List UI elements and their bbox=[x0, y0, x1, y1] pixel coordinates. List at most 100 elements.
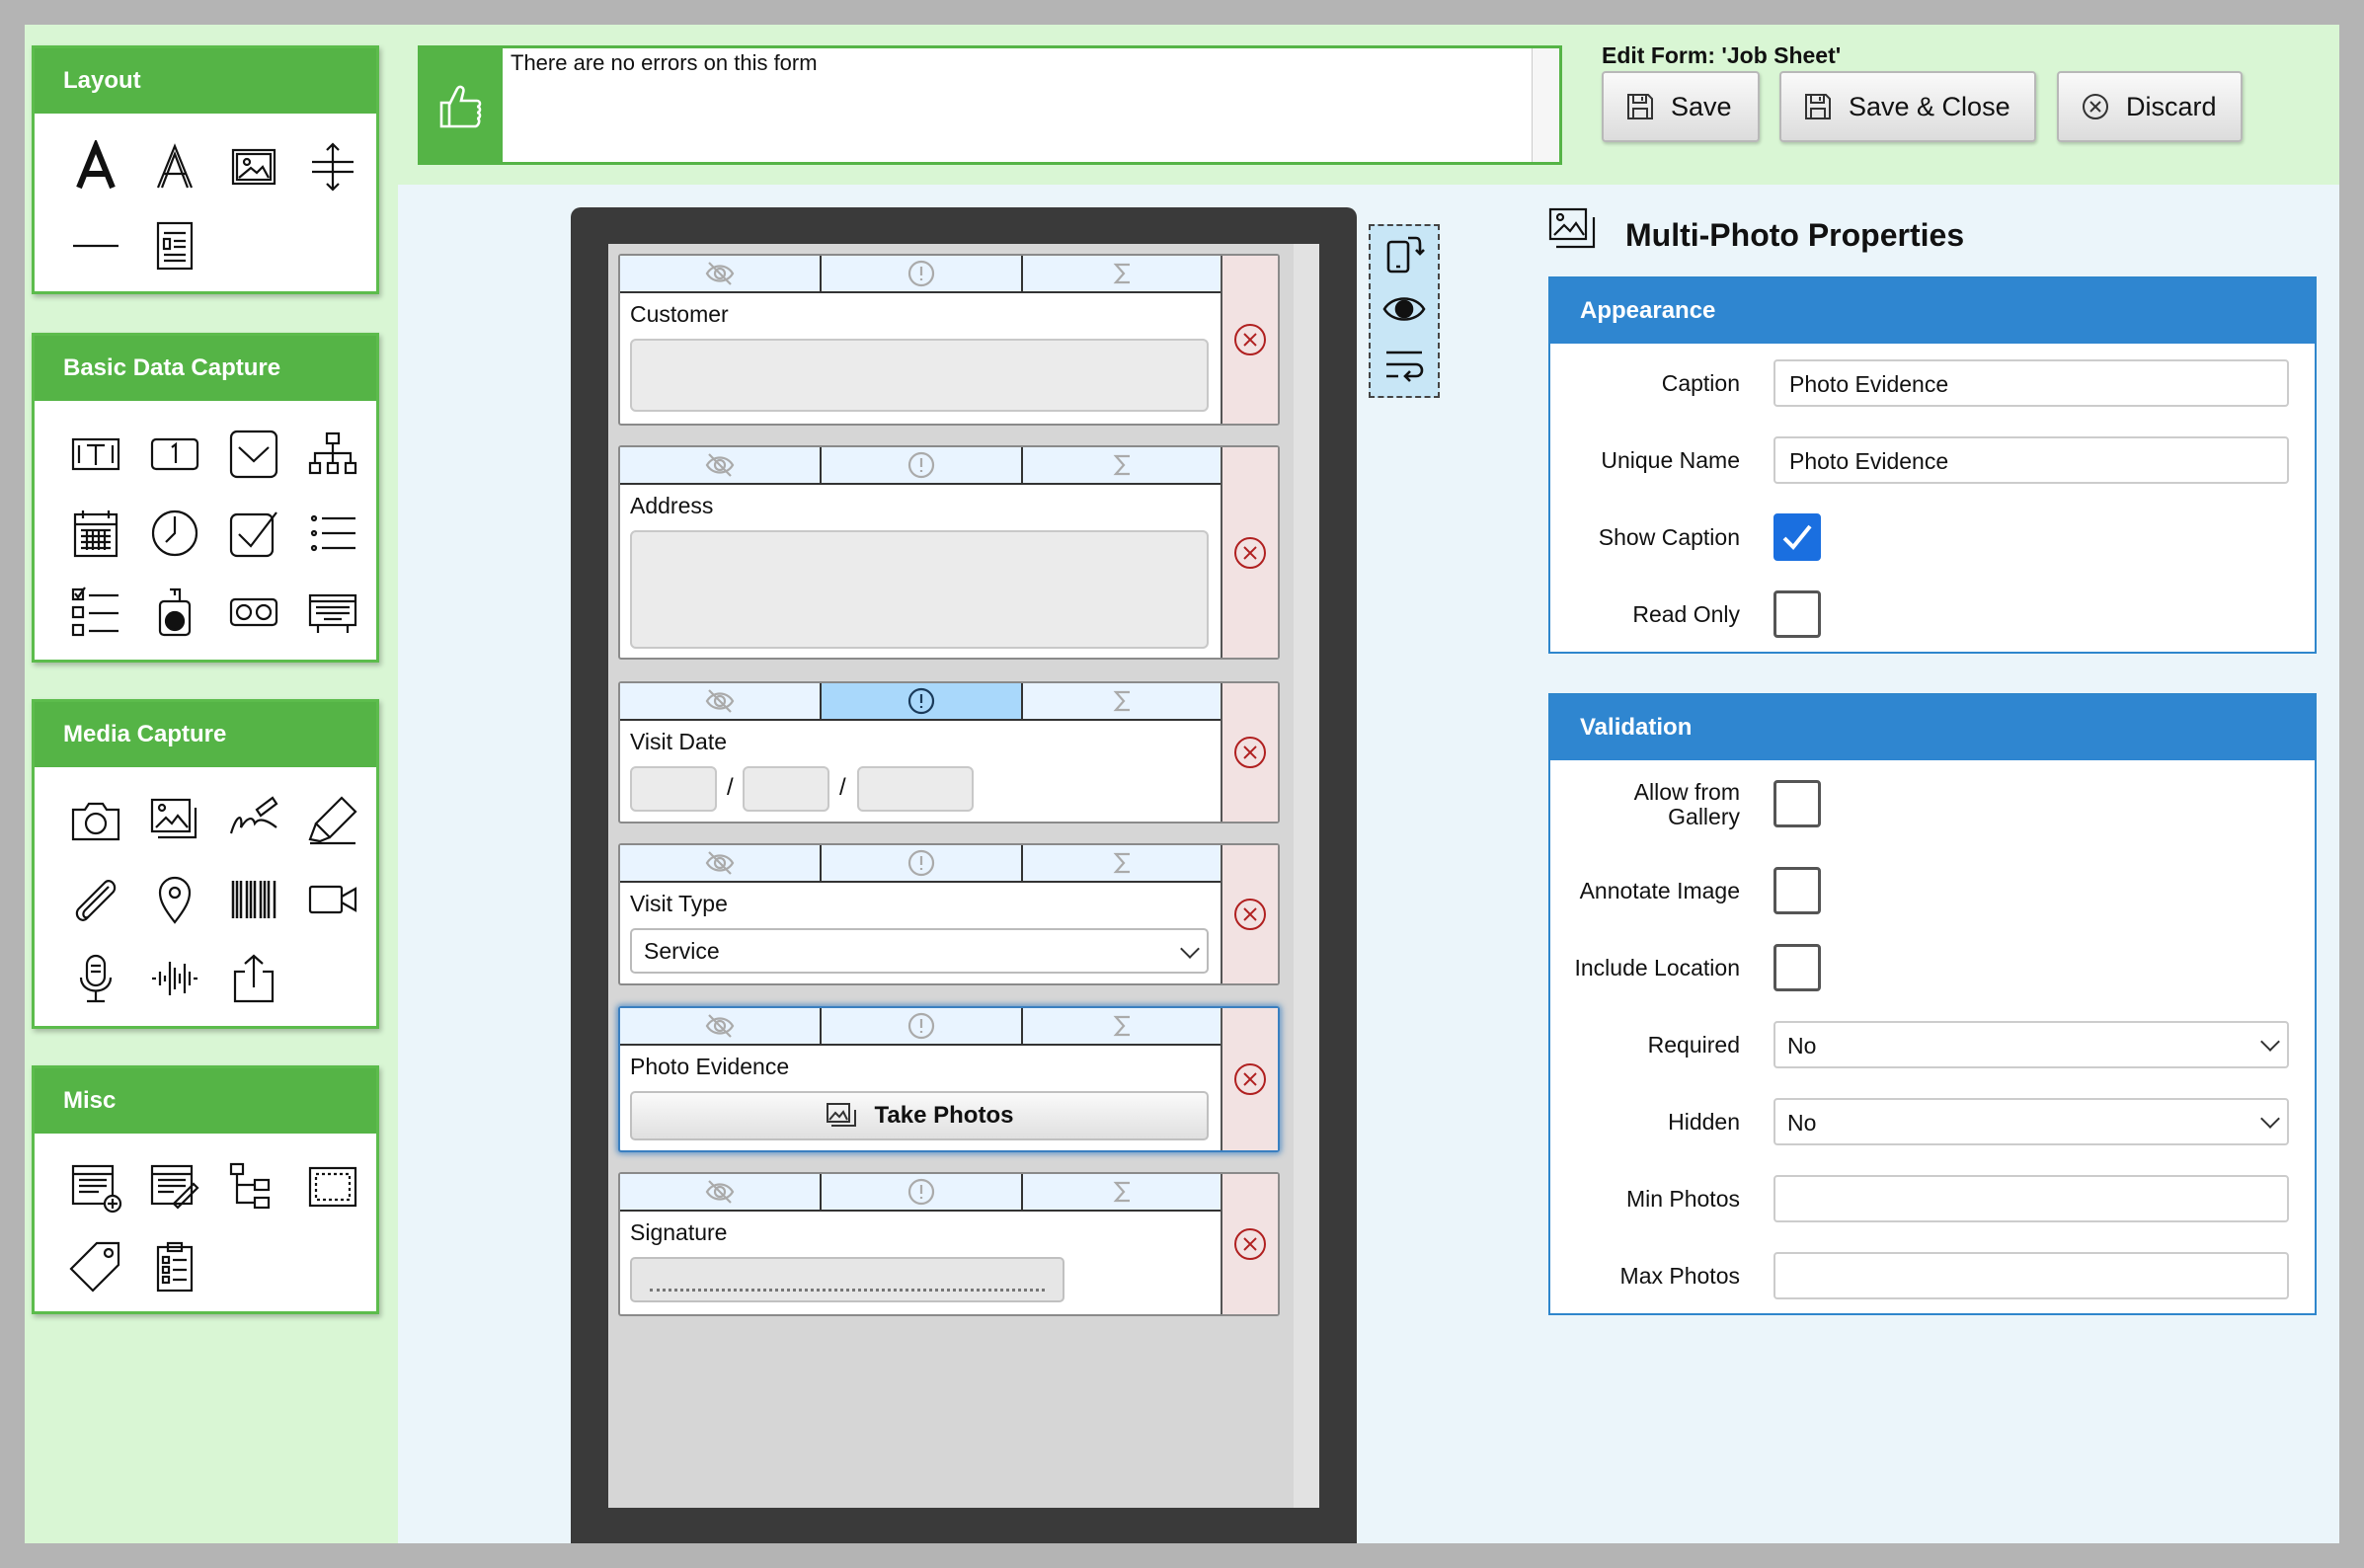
text-outline-icon[interactable] bbox=[135, 127, 214, 206]
unique-name-input[interactable]: Photo Evidence bbox=[1773, 436, 2289, 484]
hidden-toggle[interactable] bbox=[620, 1008, 822, 1044]
calculation-toggle[interactable] bbox=[1023, 447, 1222, 483]
delete-field-button[interactable] bbox=[1221, 1008, 1278, 1150]
form-field-visit-type[interactable]: Visit Type Service bbox=[618, 843, 1280, 985]
message-scrollbar[interactable] bbox=[1532, 48, 1559, 162]
month-input-preview[interactable] bbox=[743, 766, 829, 812]
calculation-toggle[interactable] bbox=[1023, 845, 1222, 881]
multi-photo-icon bbox=[1548, 207, 1598, 251]
form-field-customer[interactable]: Customer bbox=[618, 254, 1280, 426]
toggle-icon[interactable] bbox=[214, 573, 293, 652]
tag-icon[interactable] bbox=[56, 1226, 135, 1305]
caption-input[interactable]: Photo Evidence bbox=[1773, 359, 2289, 407]
form-field-photo-evidence[interactable]: Photo Evidence Take Photos bbox=[618, 1006, 1280, 1152]
text-bold-icon[interactable] bbox=[56, 127, 135, 206]
delete-field-button[interactable] bbox=[1221, 683, 1278, 822]
rotate-device-button[interactable] bbox=[1371, 226, 1438, 281]
allow-gallery-checkbox[interactable] bbox=[1773, 780, 1821, 827]
barcode-icon[interactable] bbox=[214, 860, 293, 939]
save-button[interactable]: Save bbox=[1602, 71, 1760, 142]
hidden-toggle[interactable] bbox=[620, 256, 822, 291]
annotate-image-checkbox[interactable] bbox=[1773, 867, 1821, 914]
calculation-toggle[interactable] bbox=[1023, 1008, 1222, 1044]
text-field-icon[interactable] bbox=[56, 415, 135, 494]
microphone-icon[interactable] bbox=[56, 939, 135, 1018]
divider-icon[interactable] bbox=[56, 206, 135, 285]
paperclip-icon[interactable] bbox=[56, 860, 135, 939]
chevron-down-icon bbox=[2260, 1032, 2280, 1052]
signature-pad-preview[interactable] bbox=[630, 1257, 1064, 1302]
hidden-toggle[interactable] bbox=[620, 683, 822, 719]
save-close-button[interactable]: Save & Close bbox=[1779, 71, 2036, 142]
required-toggle[interactable] bbox=[822, 256, 1023, 291]
text-input-preview[interactable] bbox=[630, 339, 1209, 412]
wrap-text-button[interactable] bbox=[1371, 337, 1438, 392]
calculation-toggle[interactable] bbox=[1023, 256, 1222, 291]
hidden-toggle[interactable] bbox=[620, 1174, 822, 1210]
dial-icon[interactable] bbox=[135, 573, 214, 652]
delete-field-button[interactable] bbox=[1221, 447, 1278, 658]
hidden-toggle[interactable] bbox=[620, 845, 822, 881]
spacer-icon[interactable] bbox=[293, 127, 372, 206]
edit-form-icon[interactable] bbox=[135, 1147, 214, 1226]
camera-icon[interactable] bbox=[56, 781, 135, 860]
required-toggle[interactable] bbox=[822, 1008, 1023, 1044]
number-field-icon[interactable] bbox=[135, 415, 214, 494]
tree-icon[interactable] bbox=[214, 1147, 293, 1226]
visit-type-select[interactable]: Service bbox=[630, 928, 1209, 974]
required-toggle[interactable] bbox=[822, 447, 1023, 483]
discard-button[interactable]: Discard bbox=[2057, 71, 2243, 142]
preview-visibility-button[interactable] bbox=[1371, 281, 1438, 337]
required-toggle[interactable] bbox=[822, 845, 1023, 881]
alert-icon bbox=[907, 687, 935, 715]
hierarchy-icon[interactable] bbox=[293, 415, 372, 494]
required-toggle[interactable] bbox=[822, 1174, 1023, 1210]
delete-field-button[interactable] bbox=[1221, 845, 1278, 983]
add-form-icon[interactable] bbox=[56, 1147, 135, 1226]
dropdown-icon[interactable] bbox=[214, 415, 293, 494]
device-scrollbar[interactable] bbox=[1294, 244, 1319, 1508]
keyboard-icon[interactable] bbox=[293, 573, 372, 652]
read-only-checkbox[interactable] bbox=[1773, 590, 1821, 638]
image-icon[interactable] bbox=[214, 127, 293, 206]
include-location-checkbox[interactable] bbox=[1773, 944, 1821, 991]
upload-icon[interactable] bbox=[214, 939, 293, 1018]
checklist-icon[interactable] bbox=[56, 573, 135, 652]
highlighter-icon[interactable] bbox=[293, 781, 372, 860]
checkbox-icon[interactable] bbox=[214, 494, 293, 573]
chevron-down-icon bbox=[1180, 939, 1200, 959]
hidden-toggle[interactable] bbox=[620, 447, 822, 483]
required-toggle[interactable] bbox=[822, 683, 1023, 719]
annotate-image-label: Annotate Image bbox=[1579, 878, 1740, 903]
list-icon[interactable] bbox=[293, 494, 372, 573]
day-input-preview[interactable] bbox=[630, 766, 717, 812]
caption-label: Caption bbox=[1661, 370, 1740, 396]
thumbs-up-icon bbox=[418, 45, 503, 165]
hidden-select[interactable]: No bbox=[1773, 1098, 2289, 1145]
take-photos-button[interactable]: Take Photos bbox=[630, 1091, 1209, 1140]
delete-field-button[interactable] bbox=[1221, 1174, 1278, 1314]
appearance-section: Appearance Caption Photo Evidence Unique… bbox=[1548, 276, 2317, 654]
calculation-toggle[interactable] bbox=[1023, 1174, 1222, 1210]
form-field-visit-date[interactable]: Visit Date / / bbox=[618, 681, 1280, 823]
document-icon[interactable] bbox=[135, 206, 214, 285]
signature-icon[interactable] bbox=[214, 781, 293, 860]
audio-wave-icon[interactable] bbox=[135, 939, 214, 1018]
delete-field-button[interactable] bbox=[1221, 256, 1278, 424]
multi-photo-icon[interactable] bbox=[135, 781, 214, 860]
frame-icon[interactable] bbox=[293, 1147, 372, 1226]
calendar-icon[interactable] bbox=[56, 494, 135, 573]
form-field-address[interactable]: Address bbox=[618, 445, 1280, 660]
textarea-preview[interactable] bbox=[630, 530, 1209, 649]
year-input-preview[interactable] bbox=[857, 766, 974, 812]
video-icon[interactable] bbox=[293, 860, 372, 939]
clipboard-icon[interactable] bbox=[135, 1226, 214, 1305]
min-photos-input[interactable] bbox=[1773, 1175, 2289, 1222]
form-field-signature[interactable]: Signature bbox=[618, 1172, 1280, 1316]
max-photos-input[interactable] bbox=[1773, 1252, 2289, 1299]
required-select[interactable]: No bbox=[1773, 1021, 2289, 1068]
clock-icon[interactable] bbox=[135, 494, 214, 573]
show-caption-checkbox[interactable] bbox=[1773, 513, 1821, 561]
location-pin-icon[interactable] bbox=[135, 860, 214, 939]
calculation-toggle[interactable] bbox=[1023, 683, 1222, 719]
